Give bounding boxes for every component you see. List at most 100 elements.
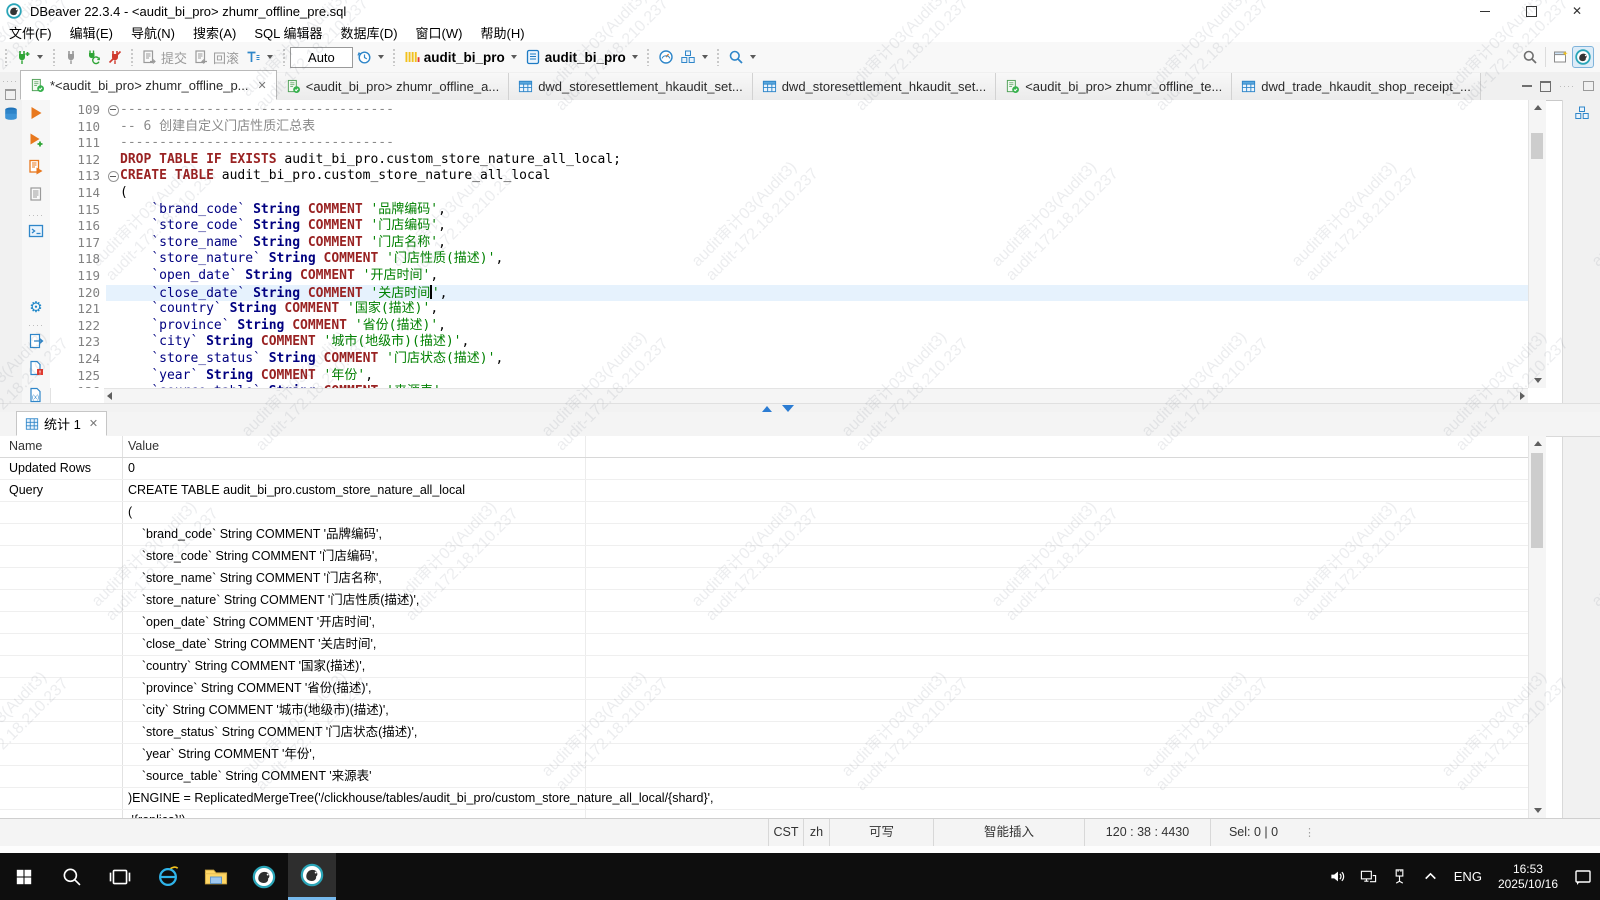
- toolbar-clickhouse-bars-button[interactable]: audit_bi_pro: [401, 46, 522, 68]
- grid-cell-name[interactable]: Query: [0, 480, 123, 501]
- editor-minimize-button[interactable]: [1522, 85, 1532, 87]
- grid-cell-name[interactable]: [0, 524, 123, 545]
- menu-w[interactable]: 窗口(W): [407, 23, 472, 42]
- editor-scroll-thumb[interactable]: [1531, 133, 1543, 159]
- dropdown-caret-icon[interactable]: [701, 55, 708, 59]
- grid-cell-value[interactable]: '{replica}'): [123, 810, 1528, 818]
- toolbar-search-blue-button[interactable]: [725, 46, 761, 68]
- dropdown-caret-icon[interactable]: [510, 55, 517, 59]
- code-line-119[interactable]: 119 `open_date` String COMMENT '开店时间',: [50, 268, 1528, 285]
- fold-collapse-icon[interactable]: [106, 102, 120, 119]
- tab-close-icon[interactable]: ✕: [258, 79, 267, 92]
- database-navigator-icon[interactable]: [3, 106, 19, 122]
- scroll-left-arrow[interactable]: [107, 392, 112, 400]
- grid-cell-name[interactable]: [0, 678, 123, 699]
- rail-file-alert-button[interactable]: [28, 360, 44, 381]
- grid-row-1[interactable]: Query CREATE TABLE audit_bi_pro.custom_st…: [0, 480, 1528, 502]
- view-menu-icon[interactable]: [1583, 81, 1594, 91]
- grid-cell-name[interactable]: [0, 546, 123, 567]
- toolbar-search-gray-button[interactable]: [1519, 46, 1541, 68]
- toolbar-plug-new-button[interactable]: [12, 46, 48, 68]
- rail-play-plus-button[interactable]: [28, 132, 44, 153]
- code-line-114[interactable]: 114(: [50, 185, 1528, 202]
- rail-play-button[interactable]: [28, 105, 44, 126]
- code-line-113[interactable]: 113 CREATE TABLE audit_bi_pro.custom_stor…: [50, 168, 1528, 185]
- action-center-icon[interactable]: [1566, 867, 1600, 887]
- taskbar-clock[interactable]: 16:53 2025/10/16: [1490, 862, 1566, 892]
- grid-cell-value[interactable]: `open_date` String COMMENT '开店时间',: [123, 612, 1528, 633]
- dropdown-caret-icon[interactable]: [377, 55, 384, 59]
- toolbar-plug-off-button[interactable]: [104, 46, 126, 68]
- rail-gear-button[interactable]: ⚙: [28, 299, 44, 317]
- code-line-111[interactable]: 111 -----------------------------------: [50, 135, 1528, 152]
- grid-cell-value[interactable]: (: [123, 502, 1528, 523]
- dropdown-caret-icon[interactable]: [631, 55, 638, 59]
- code-line-118[interactable]: 118 `store_nature` String COMMENT '门店性质(…: [50, 251, 1528, 268]
- code-line-121[interactable]: 121 `country` String COMMENT '国家(描述)',: [50, 301, 1528, 318]
- grid-cell-value[interactable]: )ENGINE = ReplicatedMergeTree('/clickhou…: [123, 788, 1528, 809]
- editor-vertical-scrollbar[interactable]: [1528, 100, 1546, 388]
- results-tab-statistics[interactable]: 统计 1 ✕: [16, 411, 108, 436]
- menu-a[interactable]: 搜索(A): [184, 23, 245, 42]
- grid-row-0[interactable]: Updated Rows 0: [0, 458, 1528, 480]
- status-cell-3[interactable]: 智能插入: [933, 819, 1084, 846]
- scroll-right-arrow[interactable]: [1520, 392, 1525, 400]
- grid-cell-name[interactable]: [0, 810, 123, 818]
- code-line-110[interactable]: 110 -- 6 创建自定义门店性质汇总表: [50, 119, 1528, 136]
- results-scroll-thumb[interactable]: [1531, 453, 1543, 548]
- code-line-109[interactable]: 109 -----------------------------------: [50, 102, 1528, 119]
- scroll-up-arrow[interactable]: [1529, 100, 1546, 115]
- toolbar-clock-history-button[interactable]: [353, 46, 389, 68]
- taskbar-taskview-button[interactable]: [96, 853, 144, 900]
- grid-header-value[interactable]: Value: [123, 436, 1528, 457]
- grid-row-6[interactable]: `store_nature` String COMMENT '门店性质(描述)'…: [0, 590, 1528, 612]
- grid-cell-name[interactable]: [0, 788, 123, 809]
- code-line-120[interactable]: 120 `close_date` String COMMENT '关店时间 ',: [50, 284, 1528, 302]
- code-line-117[interactable]: 117 `store_name` String COMMENT '门店名称',: [50, 235, 1528, 252]
- grid-row-14[interactable]: `source_table` String COMMENT '来源表': [0, 766, 1528, 788]
- dropdown-caret-icon[interactable]: [749, 55, 756, 59]
- code-line-124[interactable]: 124 `store_status` String COMMENT '门店状态(…: [50, 351, 1528, 368]
- editor-tab-0[interactable]: *<audit_bi_pro> zhumr_offline_p... ✕: [20, 70, 277, 100]
- grid-row-2[interactable]: (: [0, 502, 1528, 524]
- toolbar-dbeaver-logo-button[interactable]: [1572, 46, 1594, 68]
- toolbar-perspective-button[interactable]: [1550, 46, 1572, 68]
- tray-chevron-up-button[interactable]: [1415, 853, 1446, 900]
- grid-cell-name[interactable]: [0, 502, 123, 523]
- dropdown-caret-icon[interactable]: [37, 55, 43, 59]
- language-indicator[interactable]: ENG: [1446, 869, 1490, 884]
- sash-down-arrow[interactable]: [782, 405, 794, 412]
- results-tab-close-icon[interactable]: ✕: [89, 417, 98, 430]
- status-cell-0[interactable]: CST: [768, 819, 803, 846]
- editor-maximize-button[interactable]: [1540, 80, 1551, 92]
- editor-horizontal-scrollbar[interactable]: [104, 388, 1528, 403]
- menu-h[interactable]: 帮助(H): [471, 23, 533, 42]
- toolbar-box-button[interactable]: [677, 46, 713, 68]
- toolbar-plug-refresh-button[interactable]: [82, 46, 104, 68]
- editor-tab-1[interactable]: <audit_bi_pro> zhumr_offline_a...: [276, 73, 510, 100]
- grid-row-9[interactable]: `country` String COMMENT '国家(描述)',: [0, 656, 1528, 678]
- menu-e[interactable]: 编辑(E): [61, 23, 122, 42]
- grid-row-11[interactable]: `city` String COMMENT '城市(地级市)(描述)',: [0, 700, 1528, 722]
- taskbar-dbeaver-active-button[interactable]: [288, 853, 336, 900]
- rail-terminal-button[interactable]: [28, 223, 44, 244]
- tray-volume-button[interactable]: [1322, 853, 1353, 900]
- menu-f[interactable]: 文件(F): [0, 23, 61, 42]
- grid-cell-value[interactable]: 0: [123, 458, 1528, 479]
- grid-row-15[interactable]: )ENGINE = ReplicatedMergeTree('/clickhou…: [0, 788, 1528, 810]
- tray-usb-button[interactable]: [1384, 853, 1415, 900]
- toolbar-schema-doc-button[interactable]: audit_bi_pro: [522, 46, 643, 68]
- grid-row-10[interactable]: `province` String COMMENT '省份(描述)',: [0, 678, 1528, 700]
- menu-d[interactable]: 数据库(D): [332, 23, 407, 42]
- grid-cell-value[interactable]: `province` String COMMENT '省份(描述)',: [123, 678, 1528, 699]
- rail-script-button[interactable]: [28, 186, 44, 207]
- grid-row-7[interactable]: `open_date` String COMMENT '开店时间',: [0, 612, 1528, 634]
- code-line-123[interactable]: 123 `city` String COMMENT '城市(地级市)(描述)',: [50, 334, 1528, 351]
- rail-script-run-button[interactable]: [28, 159, 44, 180]
- grid-cell-name[interactable]: [0, 766, 123, 787]
- code-line-115[interactable]: 115 `brand_code` String COMMENT '品牌编码',: [50, 202, 1528, 219]
- editor-tab-2[interactable]: dwd_storesettlement_hkaudit_set...: [509, 73, 753, 100]
- minimized-view-icon[interactable]: [1574, 105, 1590, 121]
- status-cell-4[interactable]: 120 : 38 : 4430: [1084, 819, 1210, 846]
- grid-cell-value[interactable]: `country` String COMMENT '国家(描述)',: [123, 656, 1528, 677]
